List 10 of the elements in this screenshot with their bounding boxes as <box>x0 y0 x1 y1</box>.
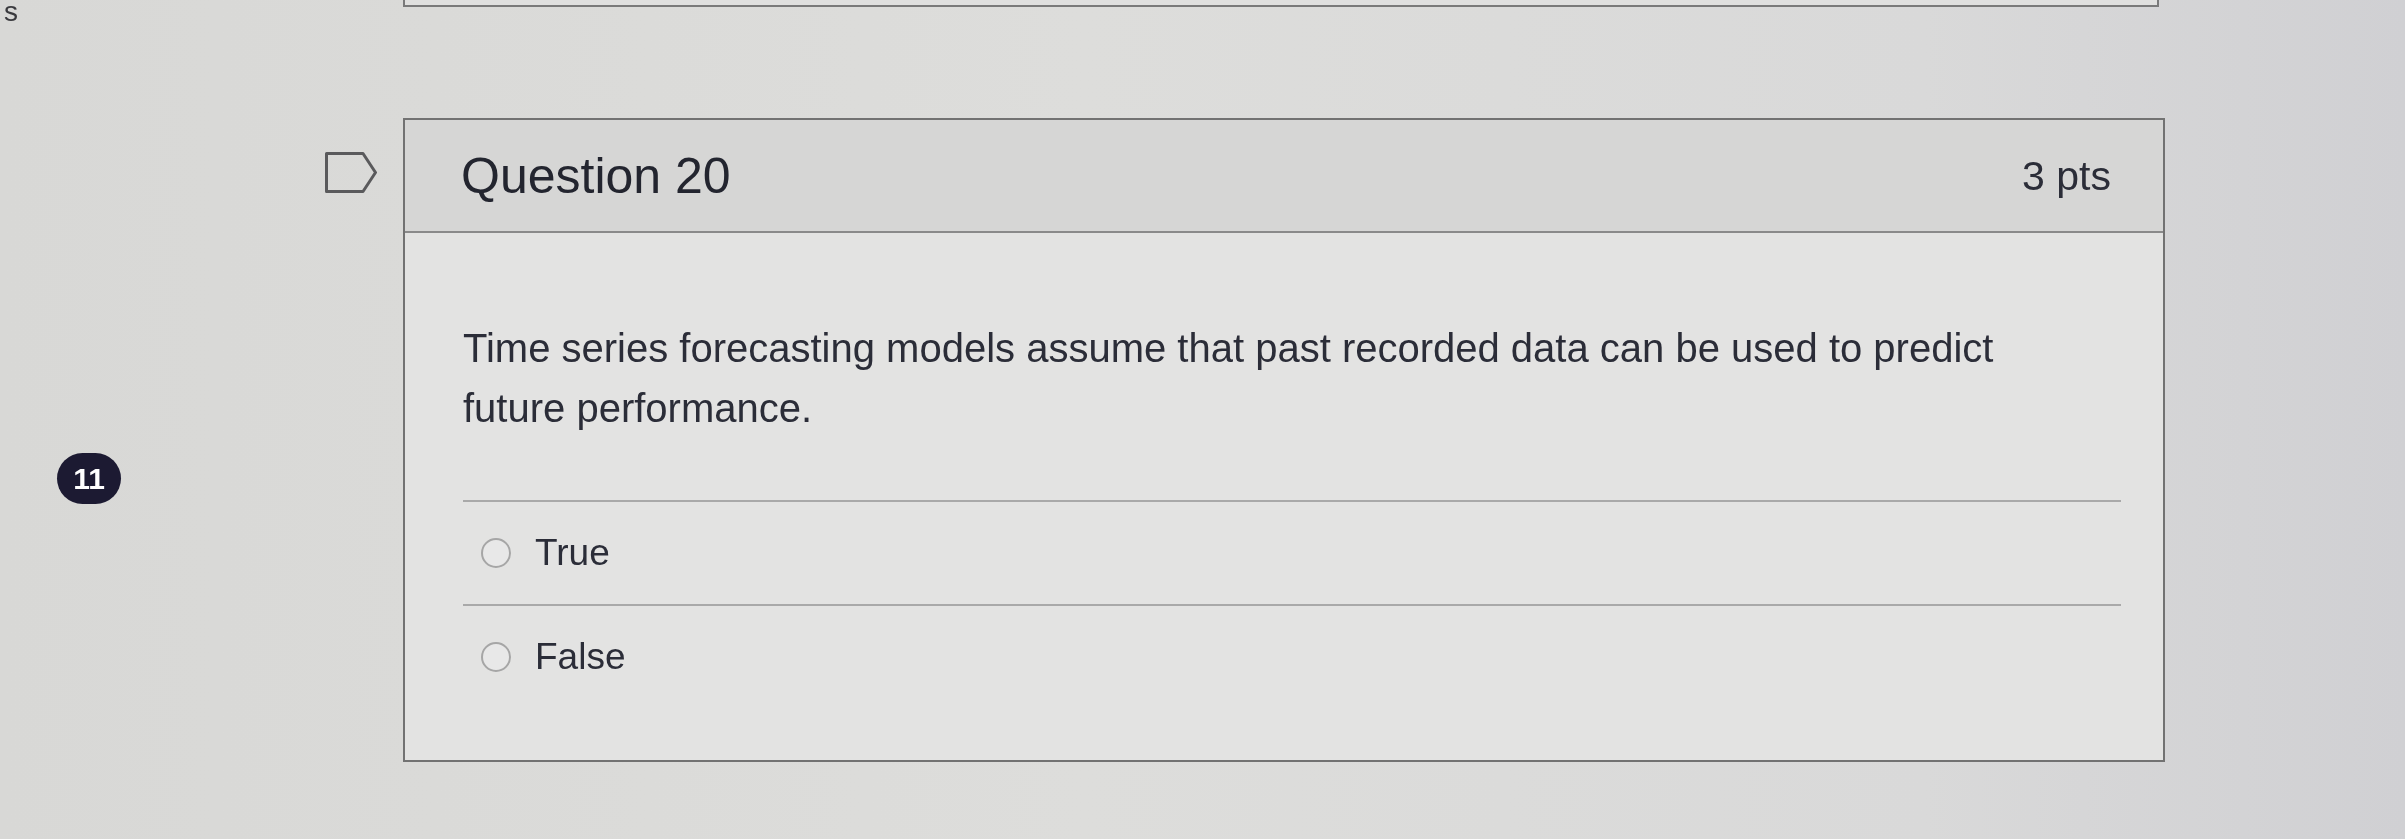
tag-icon[interactable] <box>325 152 377 193</box>
radio-button[interactable] <box>481 642 511 672</box>
question-title: Question 20 <box>461 146 731 206</box>
question-text: Time series forecasting models assume that past recorded data can be used to predict future performance. <box>463 325 1995 432</box>
points-label: 3 pts <box>2022 151 2111 201</box>
radio-button[interactable] <box>481 538 511 568</box>
count-badge: 11 <box>57 453 121 504</box>
answer-label[interactable]: True <box>535 531 610 575</box>
answer-label[interactable]: False <box>535 635 626 679</box>
cut-off-text: s <box>4 0 18 24</box>
